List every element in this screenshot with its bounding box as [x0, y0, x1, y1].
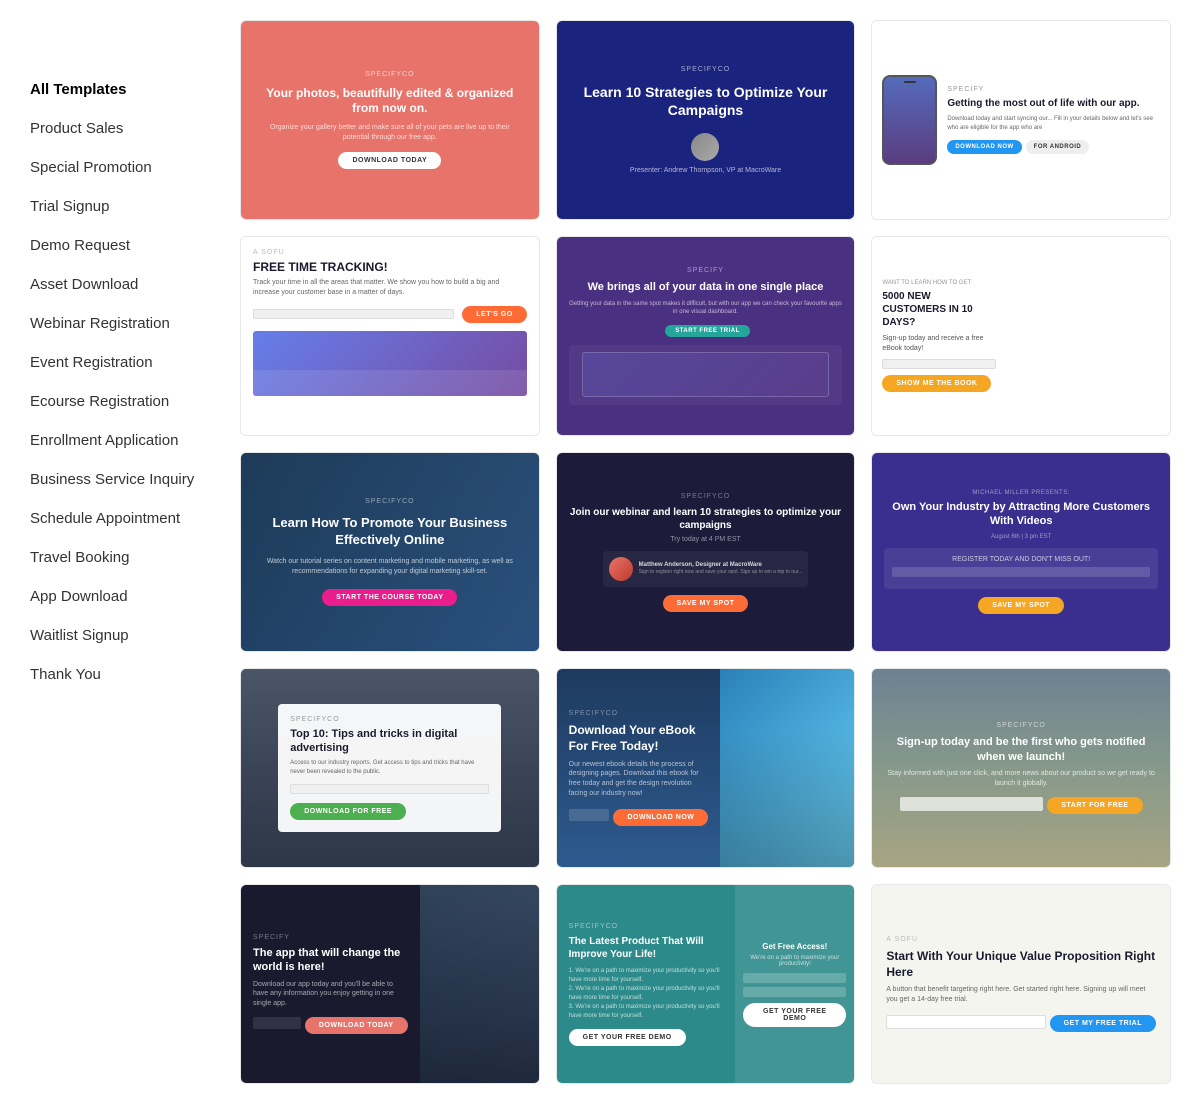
template-card-card-3[interactable]: SPECIFY Getting the most out of life wit… [871, 20, 1171, 220]
template-card-card-10[interactable]: SPECIFYCO Top 10: Tips and tricks in dig… [240, 668, 540, 868]
show-book-btn[interactable]: SHOW ME THE BOOK [882, 375, 991, 392]
sidebar-item-ecourse-registration[interactable]: Ecourse Registration [30, 382, 210, 421]
for-android-btn[interactable]: FOR ANDROID [1026, 140, 1090, 154]
template-card-card-15[interactable]: A SOFU Start With Your Unique Value Prop… [871, 884, 1171, 1084]
free-trial-btn[interactable]: GET MY FREE TRIAL [1050, 1015, 1156, 1032]
sidebar-item-travel-booking[interactable]: Travel Booking [30, 538, 210, 577]
start-for-free-btn[interactable]: START FOR FREE [1047, 797, 1142, 814]
save-spot-btn[interactable]: SAVE MY SPOT [663, 595, 749, 612]
template-card-card-6[interactable]: WANT TO LEARN HOW TO GET 5000 NEW CUSTOM… [871, 236, 1171, 436]
download-ebook-btn[interactable]: DOWNLOAD NOW [613, 809, 708, 826]
lets-go-btn[interactable]: LET'S GO [462, 306, 526, 323]
template-card-card-11[interactable]: SPECIFYCO Download Your eBook For Free T… [556, 668, 856, 868]
download-today-btn[interactable]: DOWNLOAD TODAY [338, 152, 441, 169]
sidebar-nav: All TemplatesProduct SalesSpecial Promot… [30, 70, 210, 694]
app-download-btn[interactable]: DOWNLOAD TODAY [305, 1017, 408, 1034]
sidebar: All TemplatesProduct SalesSpecial Promot… [0, 0, 230, 1104]
templates-grid: SPECIFYCO Your photos, beautifully edite… [240, 20, 1171, 1084]
sidebar-item-product-sales[interactable]: Product Sales [30, 109, 210, 148]
template-card-card-2[interactable]: SPECIFYCO Learn 10 Strategies to Optimiz… [556, 20, 856, 220]
template-card-card-1[interactable]: SPECIFYCO Your photos, beautifully edite… [240, 20, 540, 220]
get-free-access-btn[interactable]: GET YOUR FREE DEMO [743, 1003, 846, 1027]
sidebar-item-thank-you[interactable]: Thank You [30, 655, 210, 694]
template-card-card-8[interactable]: SPECIFYCO Join our webinar and learn 10 … [556, 452, 856, 652]
start-course-btn[interactable]: START THE COURSE TODAY [322, 589, 457, 606]
sidebar-item-schedule-appointment[interactable]: Schedule Appointment [30, 499, 210, 538]
template-card-card-13[interactable]: SPECIFY The app that will change the wor… [240, 884, 540, 1084]
sidebar-item-enrollment-application[interactable]: Enrollment Application [30, 421, 210, 460]
save-spot-video-btn[interactable]: SAVE MY SPOT [978, 597, 1064, 614]
sidebar-item-app-download[interactable]: App Download [30, 577, 210, 616]
download-now-btn[interactable]: DOWNLOAD NOW [947, 140, 1021, 154]
main-content: SPECIFYCO Your photos, beautifully edite… [230, 0, 1191, 1104]
sidebar-item-asset-download[interactable]: Asset Download [30, 265, 210, 304]
sidebar-item-webinar-registration[interactable]: Webinar Registration [30, 304, 210, 343]
sidebar-item-all-templates[interactable]: All Templates [30, 70, 210, 109]
sidebar-item-waitlist-signup[interactable]: Waitlist Signup [30, 616, 210, 655]
template-card-card-9[interactable]: MICHAEL MILLER PRESENTS: Own Your Indust… [871, 452, 1171, 652]
download-free-btn[interactable]: DOWNLOAD FOR FREE [290, 803, 406, 820]
template-card-card-12[interactable]: SPECIFYCO Sign-up today and be the first… [871, 668, 1171, 868]
template-card-card-5[interactable]: SPECIFY We brings all of your data in on… [556, 236, 856, 436]
sidebar-item-event-registration[interactable]: Event Registration [30, 343, 210, 382]
sidebar-item-business-service-inquiry[interactable]: Business Service Inquiry [30, 460, 210, 499]
template-card-card-14[interactable]: SPECIFYCO The Latest Product That Will I… [556, 884, 856, 1084]
start-free-trial-btn[interactable]: START FREE TRIAL [665, 325, 750, 337]
sidebar-item-trial-signup[interactable]: Trial Signup [30, 187, 210, 226]
get-free-demo-btn[interactable]: GET YOUR FREE DEMO [569, 1029, 686, 1046]
sidebar-item-special-promotion[interactable]: Special Promotion [30, 148, 210, 187]
template-card-card-7[interactable]: SPECIFYCO Learn How To Promote Your Busi… [240, 452, 540, 652]
sidebar-item-demo-request[interactable]: Demo Request [30, 226, 210, 265]
template-card-card-4[interactable]: A SOFU FREE TIME TRACKING! Track your ti… [240, 236, 540, 436]
